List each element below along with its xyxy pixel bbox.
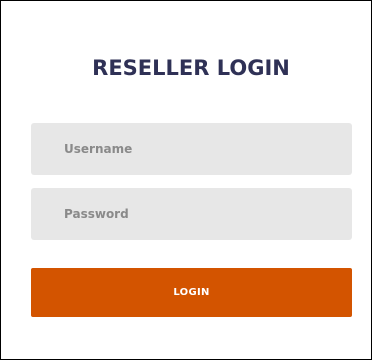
password-input[interactable] [31,188,352,240]
username-input[interactable] [31,123,352,175]
login-panel: RESELLER LOGIN LOGIN [0,0,372,360]
page-title: RESELLER LOGIN [92,56,290,80]
login-button[interactable]: LOGIN [31,268,352,317]
